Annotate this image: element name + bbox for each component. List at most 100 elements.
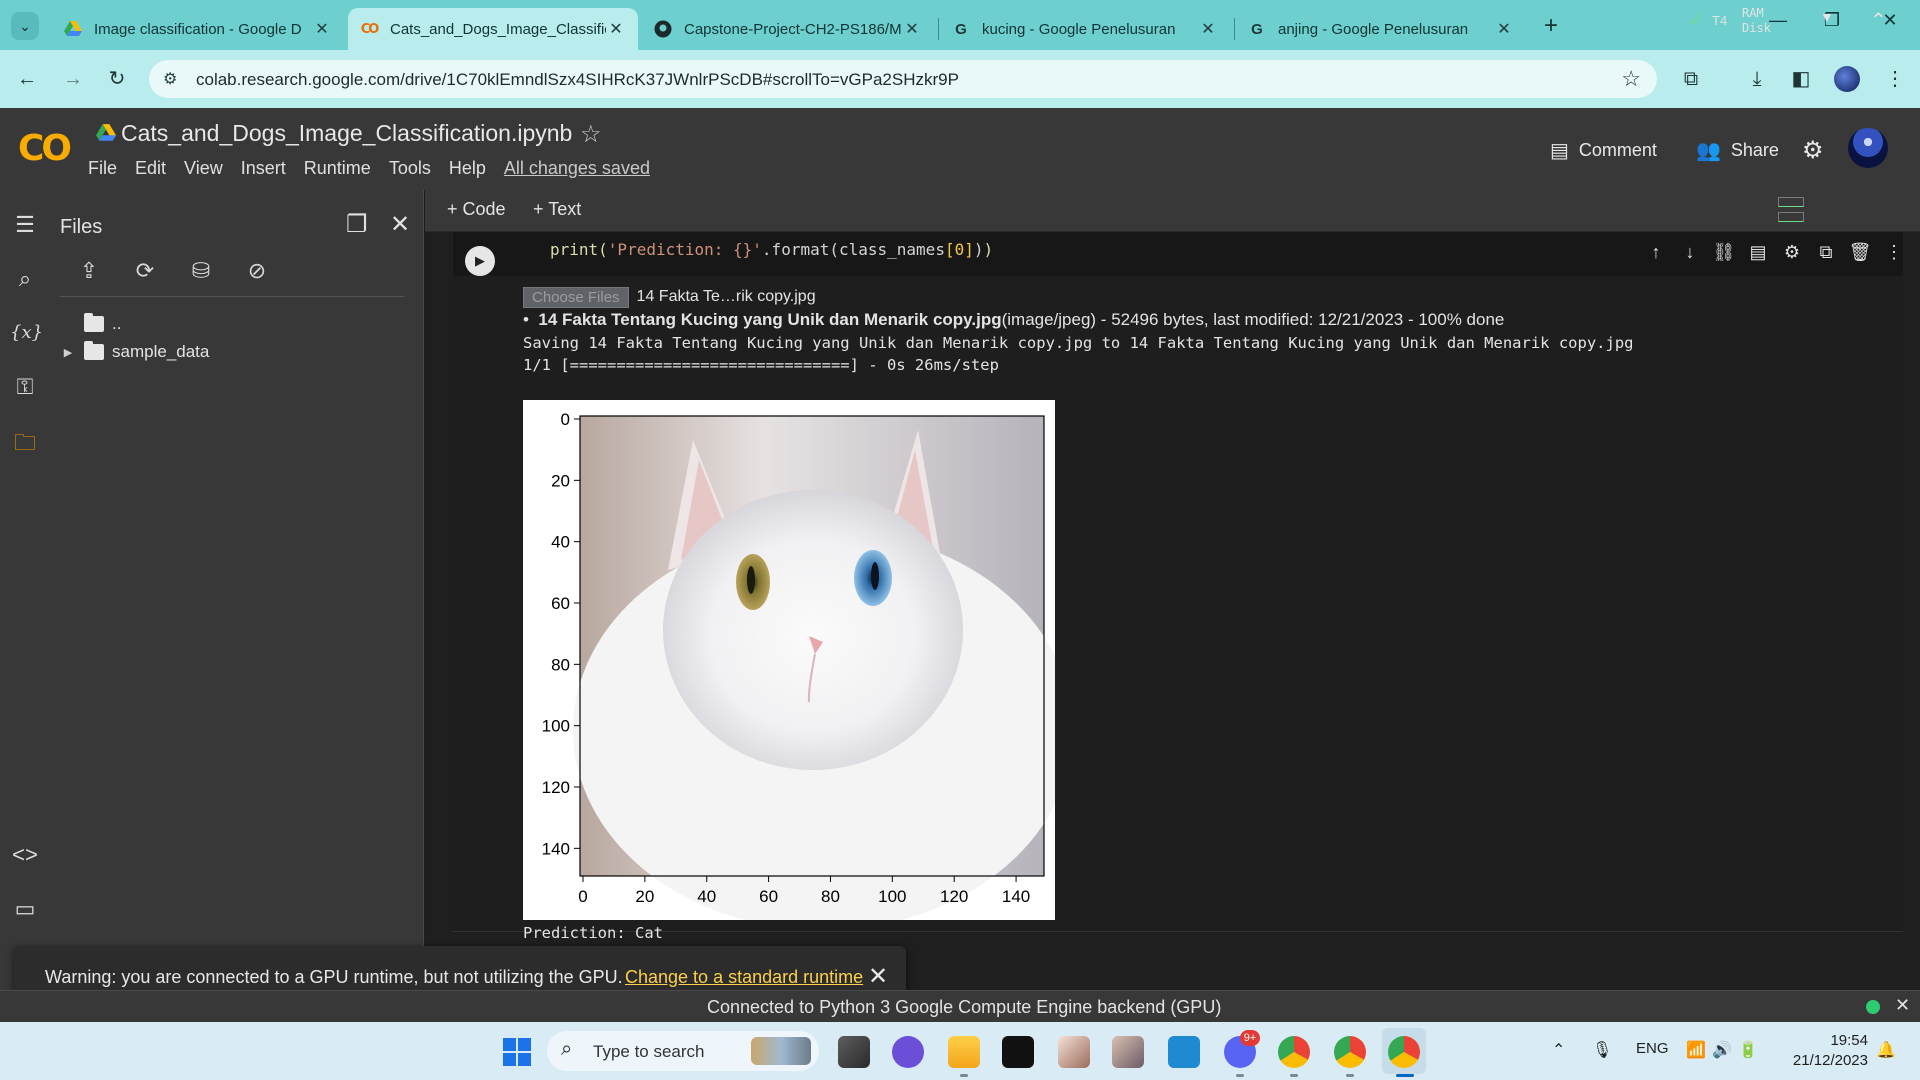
tree-item-sample-data[interactable]: ▶ sample_data (50, 338, 209, 366)
choose-files-button[interactable]: Choose Files (523, 286, 629, 308)
language-indicator[interactable]: ENG (1636, 1040, 1669, 1057)
upload-file-icon[interactable]: ⇪ (74, 256, 104, 286)
microphone-icon[interactable]: 🎙 (1592, 1040, 1612, 1060)
volume-icon[interactable]: 🔊 (1712, 1040, 1732, 1060)
bookmark-star-icon[interactable]: ☆ (1621, 66, 1641, 92)
menu-file[interactable]: File (88, 158, 117, 179)
browser-tab-kucing[interactable]: G kucing - Google Penelusuran ✕ (940, 8, 1230, 50)
code-cell[interactable]: ▶ print('Prediction: {}'.format(class_na… (453, 232, 1903, 942)
menu-view[interactable]: View (184, 158, 223, 179)
more-options-icon[interactable]: ⋮ (1877, 242, 1911, 263)
command-palette-icon[interactable]: ▭ (10, 894, 40, 924)
mirror-cell-icon[interactable]: ⧉ (1809, 242, 1843, 263)
close-tab-icon[interactable]: ✕ (1198, 19, 1218, 39)
battery-icon[interactable]: 🔋 (1738, 1040, 1758, 1060)
notification-bell-icon[interactable]: 🔔 (1876, 1040, 1896, 1060)
files-folder-icon[interactable]: 🗀 (10, 428, 40, 458)
extensions-icon[interactable]: ⧉ (1676, 64, 1706, 94)
tree-item-parent[interactable]: .. (50, 310, 121, 338)
drive-icon[interactable] (96, 124, 116, 142)
table-of-contents-icon[interactable]: ☰ (10, 210, 40, 240)
comment-button[interactable]: ▤ Comment (1550, 138, 1657, 163)
code-editor[interactable]: ▶ print('Prediction: {}'.format(class_na… (453, 232, 1903, 276)
vscode-icon[interactable] (1168, 1036, 1200, 1068)
close-tab-icon[interactable]: ✕ (606, 19, 626, 39)
task-view-icon[interactable] (838, 1036, 870, 1068)
url-text[interactable]: colab.research.google.com/drive/1C70klEm… (196, 70, 959, 90)
download-icon[interactable]: ⤓ (1742, 64, 1772, 94)
notebook-title[interactable]: Cats_and_Dogs_Image_Classification.ipynb (121, 120, 572, 147)
hide-files-icon[interactable]: ⊘ (242, 256, 272, 286)
open-in-tab-icon[interactable]: ❐ (346, 210, 368, 239)
save-status[interactable]: All changes saved (504, 158, 650, 179)
profile-avatar[interactable] (1834, 66, 1860, 92)
mount-drive-icon[interactable]: ⛁ (186, 256, 216, 286)
collapse-header-icon[interactable]: ⌃ (1870, 8, 1887, 33)
link-icon[interactable]: ⛓ (1707, 242, 1741, 263)
browser-tab-colab[interactable]: CO Cats_and_Dogs_Image_Classific ✕ (348, 8, 638, 50)
site-info-icon[interactable]: ⚙ (163, 69, 177, 89)
move-up-icon[interactable]: ↑ (1639, 242, 1673, 263)
settings-gear-icon[interactable]: ⚙ (1802, 136, 1824, 165)
menu-tools[interactable]: Tools (389, 158, 431, 179)
taskbar-search[interactable]: ⌕ Type to search (547, 1031, 819, 1071)
browser-tab-anjing[interactable]: G anjing - Google Penelusuran ✕ (1236, 8, 1526, 50)
star-notebook-icon[interactable]: ☆ (580, 120, 602, 149)
delete-icon[interactable]: 🗑 (1843, 242, 1877, 263)
add-text-cell-button[interactable]: + Text (533, 199, 581, 220)
browser-tab-github[interactable]: Capstone-Project-CH2-PS186/M ✕ (642, 8, 934, 50)
forward-arrow-icon[interactable]: → (60, 66, 86, 92)
close-tab-icon[interactable]: ✕ (1494, 19, 1514, 39)
side-panel-icon[interactable]: ◧ (1786, 64, 1816, 94)
browser-menu-icon[interactable]: ⋮ (1880, 64, 1910, 94)
chrome-icon[interactable] (1388, 1036, 1420, 1068)
cell-settings-icon[interactable]: ⚙ (1775, 242, 1809, 263)
expand-caret-icon[interactable]: ▶ (58, 346, 78, 359)
run-cell-button[interactable]: ▶ (465, 246, 495, 276)
runtime-dropdown-icon[interactable]: ▼ (1820, 9, 1834, 25)
close-panel-icon[interactable]: ✕ (390, 210, 410, 239)
resource-monitor[interactable]: RAM Disk (1742, 6, 1771, 36)
x-tick-label: 100 (878, 887, 906, 906)
change-runtime-link[interactable]: Change to a standard runtime (625, 967, 863, 988)
code-snippets-icon[interactable]: <> (10, 840, 40, 870)
chrome-icon[interactable] (1334, 1036, 1366, 1068)
chrome-icon[interactable] (1278, 1036, 1310, 1068)
menu-help[interactable]: Help (449, 158, 486, 179)
app-icon[interactable] (1058, 1036, 1090, 1068)
account-avatar[interactable] (1848, 128, 1888, 168)
share-button[interactable]: 👥 Share (1696, 138, 1779, 163)
add-code-cell-button[interactable]: + Code (447, 199, 506, 220)
runtime-type[interactable]: T4 (1712, 13, 1727, 28)
app-icon[interactable] (892, 1036, 924, 1068)
menu-runtime[interactable]: Runtime (304, 158, 371, 179)
app-icon[interactable] (1112, 1036, 1144, 1068)
reload-icon[interactable]: ↻ (104, 66, 130, 92)
move-down-icon[interactable]: ↓ (1673, 242, 1707, 263)
new-tab-button[interactable]: + (1544, 12, 1558, 40)
close-tab-icon[interactable]: ✕ (312, 19, 332, 39)
show-hidden-icons[interactable]: ⌃ (1552, 1040, 1565, 1060)
nvidia-icon[interactable] (1002, 1036, 1034, 1068)
back-arrow-icon[interactable]: ← (14, 66, 40, 92)
browser-tab-drive[interactable]: Image classification - Google D ✕ (52, 8, 344, 50)
close-icon[interactable]: ✕ (1895, 995, 1910, 1016)
refresh-folder-icon[interactable]: ⟳ (130, 256, 160, 286)
secrets-key-icon[interactable]: ⚿ (10, 372, 40, 402)
close-icon[interactable]: ✕ (868, 962, 888, 991)
search-icon[interactable]: ⌕ (10, 264, 40, 294)
variables-icon[interactable]: {x} (10, 318, 43, 348)
windows-start-icon[interactable] (503, 1038, 531, 1066)
file-explorer-icon[interactable] (948, 1036, 980, 1068)
menu-insert[interactable]: Insert (241, 158, 286, 179)
wifi-icon[interactable]: 📶 (1686, 1040, 1706, 1060)
colab-logo[interactable]: CO (18, 128, 72, 169)
menu-edit[interactable]: Edit (135, 158, 166, 179)
address-bar[interactable]: ⚙ colab.research.google.com/drive/1C70kl… (149, 60, 1657, 98)
clock[interactable]: 19:54 21/12/2023 (1782, 1031, 1868, 1071)
close-tab-icon[interactable]: ✕ (902, 19, 922, 39)
tab-search-button[interactable]: ⌄ (11, 12, 39, 40)
comment-icon[interactable]: ▤ (1741, 242, 1775, 263)
code-text[interactable]: print('Prediction: {}'.format(class_name… (550, 240, 993, 259)
search-placeholder: Type to search (593, 1042, 705, 1061)
